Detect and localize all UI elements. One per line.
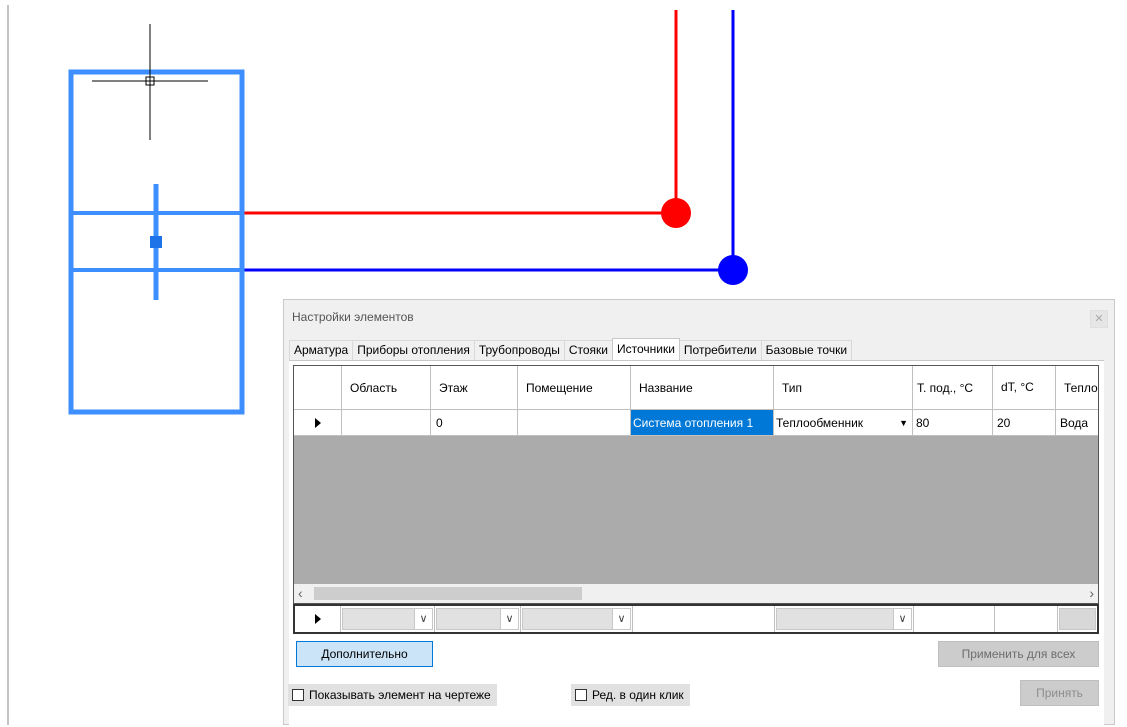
tab-bar: Арматура Приборы отопления Трубопроводы … bbox=[289, 338, 853, 360]
row-pointer-icon bbox=[314, 417, 321, 428]
filter-row-selector bbox=[295, 606, 341, 632]
chevron-down-icon[interactable]: ∨ bbox=[500, 609, 518, 629]
tab-consumers[interactable]: Потребители bbox=[678, 340, 762, 360]
table-row[interactable]: 0 Система отопления 1 Теплообменник ▼ 80 … bbox=[294, 410, 1098, 436]
filter-dt[interactable] bbox=[995, 606, 1058, 632]
dialog-title: Настройки элементов bbox=[292, 310, 414, 324]
show-on-drawing-checkbox[interactable]: Показывать элемент на чертеже bbox=[288, 684, 497, 706]
chevron-down-icon[interactable]: ∨ bbox=[612, 609, 630, 629]
checkbox-label: Показывать элемент на чертеже bbox=[309, 688, 491, 702]
filter-name[interactable] bbox=[633, 606, 775, 632]
column-header[interactable]: Т. под., °C bbox=[913, 366, 993, 410]
column-header[interactable]: Тип bbox=[774, 366, 913, 410]
cell-carrier[interactable]: Вода bbox=[1056, 410, 1098, 436]
supply-connection-point[interactable] bbox=[661, 198, 691, 228]
checkbox-box[interactable] bbox=[292, 689, 304, 701]
tab-base-points[interactable]: Базовые точки bbox=[760, 340, 853, 360]
checkbox-label: Ред. в один клик bbox=[592, 688, 684, 702]
cell-type[interactable]: Теплообменник ▼ bbox=[774, 410, 913, 436]
cell-supply-temp[interactable]: 80 bbox=[913, 410, 993, 436]
tab-sources[interactable]: Источники bbox=[611, 338, 680, 360]
chevron-down-icon[interactable]: ∨ bbox=[414, 609, 432, 629]
horizontal-scrollbar[interactable]: ‹ › bbox=[294, 584, 1098, 603]
one-click-edit-checkbox[interactable]: Ред. в один клик bbox=[571, 684, 690, 706]
dropdown-arrow-icon[interactable]: ▼ bbox=[899, 418, 908, 428]
column-header[interactable]: Название bbox=[631, 366, 774, 410]
cell-dt[interactable]: 20 bbox=[993, 410, 1056, 436]
tab-armatura[interactable]: Арматура bbox=[289, 340, 354, 360]
cell-room[interactable] bbox=[518, 410, 631, 436]
column-header[interactable]: Помещение bbox=[518, 366, 631, 410]
accept-button[interactable]: Принять bbox=[1020, 680, 1099, 706]
row-selector[interactable] bbox=[294, 410, 342, 436]
checkbox-box[interactable] bbox=[575, 689, 587, 701]
heat-source-element[interactable] bbox=[68, 69, 245, 415]
element-settings-dialog: Настройки элементов ✕ Арматура Приборы о… bbox=[283, 299, 1115, 727]
filter-type[interactable]: ∨ bbox=[775, 606, 914, 632]
scrollbar-thumb[interactable] bbox=[314, 587, 582, 600]
grid-header-row: Область Этаж Помещение Название Тип Т. п… bbox=[294, 366, 1098, 410]
crosshair-cursor-icon bbox=[92, 24, 208, 140]
sources-grid[interactable]: Область Этаж Помещение Название Тип Т. п… bbox=[293, 365, 1099, 604]
filter-floor[interactable]: ∨ bbox=[435, 606, 521, 632]
scroll-left-icon[interactable]: ‹ bbox=[298, 585, 303, 601]
cell-area[interactable] bbox=[342, 410, 431, 436]
tab-risers[interactable]: Стояки bbox=[563, 340, 613, 360]
grip-handle[interactable] bbox=[150, 236, 162, 248]
filter-supply-temp[interactable] bbox=[914, 606, 995, 632]
tab-heating-devices[interactable]: Приборы отопления bbox=[352, 340, 475, 360]
apply-all-button[interactable]: Применить для всех bbox=[938, 641, 1099, 667]
chevron-down-icon[interactable]: ∨ bbox=[893, 609, 911, 629]
cell-name[interactable]: Система отопления 1 bbox=[631, 410, 774, 436]
cell-type-value: Теплообменник bbox=[776, 415, 864, 430]
return-connection-point[interactable] bbox=[718, 255, 748, 285]
filter-carrier[interactable] bbox=[1058, 606, 1097, 632]
row-pointer-icon bbox=[314, 614, 321, 624]
column-header[interactable]: Тепло bbox=[1056, 366, 1098, 410]
column-header[interactable]: Область bbox=[342, 366, 431, 410]
row-header-corner bbox=[294, 366, 342, 410]
column-header[interactable]: dT, °C bbox=[993, 366, 1056, 410]
filter-area[interactable]: ∨ bbox=[341, 606, 435, 632]
column-header[interactable]: Этаж bbox=[431, 366, 518, 410]
filter-room[interactable]: ∨ bbox=[521, 606, 633, 632]
cell-floor[interactable]: 0 bbox=[431, 410, 518, 436]
filter-row: ∨ ∨ ∨ ∨ bbox=[293, 604, 1099, 634]
scroll-right-icon[interactable]: › bbox=[1089, 585, 1094, 601]
more-button[interactable]: Дополнительно bbox=[296, 641, 433, 667]
close-icon[interactable]: ✕ bbox=[1090, 310, 1108, 328]
tab-pipelines[interactable]: Трубопроводы bbox=[473, 340, 565, 360]
